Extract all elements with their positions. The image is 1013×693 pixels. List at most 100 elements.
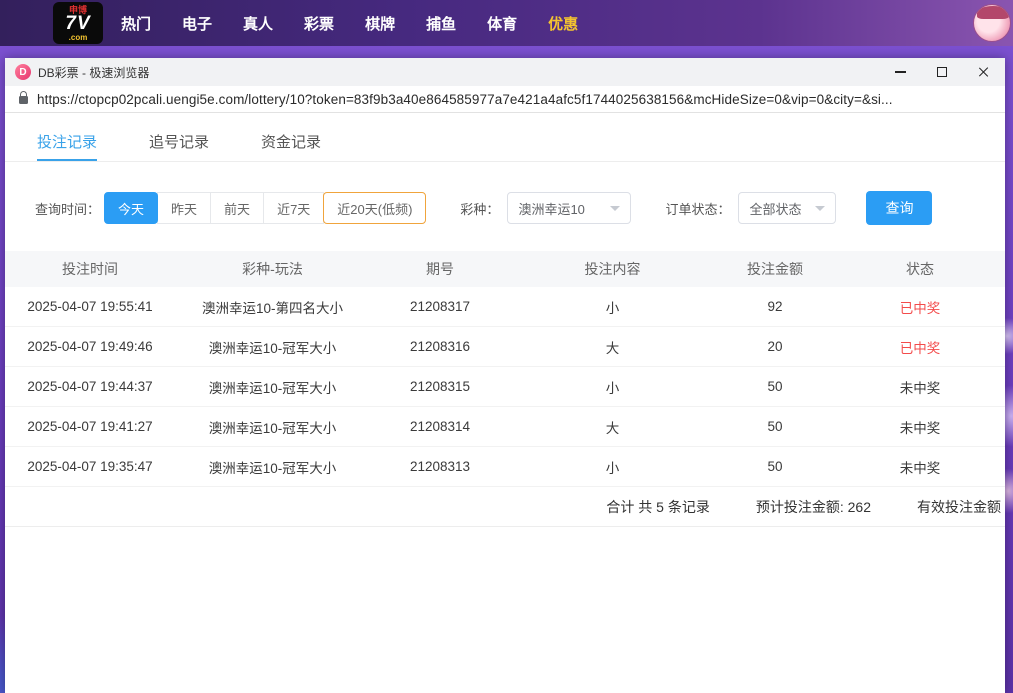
summary-valid-amount: 有效投注金额 <box>917 497 1001 517</box>
maximize-icon <box>937 67 947 77</box>
desktop-background: D DB彩票 - 极速浏览器 https://ctopcp02pcali.uen… <box>0 46 1013 693</box>
filter-bar: 查询时间： 今天昨天前天近7天近20天(低频) 彩种： 澳洲幸运10 订单状态：… <box>35 191 1005 225</box>
time-option-2[interactable]: 前天 <box>210 192 264 224</box>
column-header-5: 状态 <box>835 259 1005 279</box>
table-header-row: 投注时间彩种-玩法期号投注内容投注金额状态 <box>5 251 1005 287</box>
browser-urlbar[interactable]: https://ctopcp02pcali.uengi5e.com/lotter… <box>5 86 1005 113</box>
record-tabs: 投注记录 追号记录 资金记录 <box>5 113 1005 162</box>
cell-bet-content: 小 <box>510 297 715 317</box>
cell-issue-number: 21208314 <box>370 419 510 434</box>
window-title: DB彩票 - 极速浏览器 <box>38 64 149 81</box>
minimize-icon <box>895 71 906 73</box>
status-select-value: 全部状态 <box>749 199 801 218</box>
nav-item-1[interactable]: 电子 <box>182 13 212 34</box>
maximize-button[interactable] <box>921 58 963 86</box>
cell-bet-amount: 50 <box>715 379 835 394</box>
column-header-2: 期号 <box>370 259 510 279</box>
time-filter-group: 今天昨天前天近7天近20天(低频) <box>104 192 426 224</box>
table-row: 2025-04-07 19:41:27澳洲幸运10-冠军大小21208314大5… <box>5 407 1005 447</box>
nav-item-5[interactable]: 捕鱼 <box>426 13 456 34</box>
logo-text-main: 7V <box>53 15 103 33</box>
lottery-select-value: 澳洲幸运10 <box>518 199 584 218</box>
cell-status: 未中奖 <box>835 457 1005 477</box>
chevron-down-icon <box>815 206 825 211</box>
close-button[interactable] <box>963 58 1005 86</box>
user-avatar-icon[interactable] <box>973 4 1011 42</box>
column-header-1: 彩种-玩法 <box>175 259 370 279</box>
nav-item-2[interactable]: 真人 <box>243 13 273 34</box>
status-filter-label: 订单状态： <box>665 199 730 218</box>
table-row: 2025-04-07 19:35:47澳洲幸运10-冠军大小21208313小5… <box>5 447 1005 487</box>
cell-bet-amount: 92 <box>715 299 835 314</box>
search-button[interactable]: 查询 <box>866 191 932 225</box>
table-row: 2025-04-07 19:44:37澳洲幸运10-冠军大小21208315小5… <box>5 367 1005 407</box>
cell-game-play: 澳洲幸运10-冠军大小 <box>175 337 370 357</box>
lock-icon <box>19 96 28 104</box>
logo-text-sub: .com <box>53 33 103 42</box>
cell-status: 未中奖 <box>835 377 1005 397</box>
tab-2[interactable]: 资金记录 <box>261 131 321 161</box>
time-option-1[interactable]: 昨天 <box>157 192 211 224</box>
nav-item-7[interactable]: 优惠 <box>548 13 578 34</box>
site-logo[interactable]: 申博 7V .com <box>53 2 103 44</box>
browser-window: D DB彩票 - 极速浏览器 https://ctopcp02pcali.uen… <box>5 58 1005 693</box>
cell-game-play: 澳洲幸运10-冠军大小 <box>175 417 370 437</box>
cell-game-play: 澳洲幸运10-冠军大小 <box>175 457 370 477</box>
cell-bet-content: 小 <box>510 457 715 477</box>
cell-game-play: 澳洲幸运10-第四名大小 <box>175 297 370 317</box>
cell-issue-number: 21208313 <box>370 459 510 474</box>
time-option-3[interactable]: 近7天 <box>263 192 324 224</box>
nav-item-0[interactable]: 热门 <box>121 13 151 34</box>
cell-bet-content: 小 <box>510 377 715 397</box>
cell-issue-number: 21208317 <box>370 299 510 314</box>
column-header-4: 投注金额 <box>715 259 835 279</box>
site-topbar: 申博 7V .com 热门 电子 真人 彩票 棋牌 捕鱼 体育 优惠 <box>0 0 1013 46</box>
column-header-3: 投注内容 <box>510 259 715 279</box>
site-favicon-icon: D <box>15 64 31 80</box>
cell-bet-time: 2025-04-07 19:55:41 <box>5 299 175 314</box>
minimize-button[interactable] <box>879 58 921 86</box>
screen: 申博 7V .com 热门 电子 真人 彩票 棋牌 捕鱼 体育 优惠 D DB彩票 - 极速浏… <box>0 0 1013 693</box>
browser-titlebar: D DB彩票 - 极速浏览器 <box>5 58 1005 86</box>
cell-bet-content: 大 <box>510 337 715 357</box>
summary-bar: 合计 共 5 条记录 预计投注金额: 262 有效投注金额 <box>5 487 1005 527</box>
nav-item-4[interactable]: 棋牌 <box>365 13 395 34</box>
column-header-0: 投注时间 <box>5 259 175 279</box>
cell-game-play: 澳洲幸运10-冠军大小 <box>175 377 370 397</box>
lottery-select[interactable]: 澳洲幸运10 <box>507 192 631 224</box>
nav-item-6[interactable]: 体育 <box>487 13 517 34</box>
site-nav: 热门 电子 真人 彩票 棋牌 捕鱼 体育 优惠 <box>121 13 578 34</box>
cell-bet-time: 2025-04-07 19:35:47 <box>5 459 175 474</box>
cell-status: 已中奖 <box>835 337 1005 357</box>
tab-1[interactable]: 追号记录 <box>149 131 209 161</box>
time-filter-label: 查询时间： <box>35 199 100 218</box>
tab-0[interactable]: 投注记录 <box>37 131 97 161</box>
cell-bet-time: 2025-04-07 19:41:27 <box>5 419 175 434</box>
cell-bet-time: 2025-04-07 19:49:46 <box>5 339 175 354</box>
time-option-0[interactable]: 今天 <box>104 192 158 224</box>
summary-total: 合计 共 5 条记录 <box>606 497 709 517</box>
window-controls <box>879 58 1005 86</box>
summary-expected-amount: 预计投注金额: 262 <box>756 497 871 517</box>
cell-bet-amount: 50 <box>715 459 835 474</box>
records-table: 投注时间彩种-玩法期号投注内容投注金额状态 2025-04-07 19:55:4… <box>5 251 1005 487</box>
url-text[interactable]: https://ctopcp02pcali.uengi5e.com/lotter… <box>37 92 893 107</box>
cell-bet-amount: 50 <box>715 419 835 434</box>
time-option-4[interactable]: 近20天(低频) <box>323 192 426 224</box>
close-icon <box>978 66 990 78</box>
chevron-down-icon <box>610 206 620 211</box>
nav-item-3[interactable]: 彩票 <box>304 13 334 34</box>
cell-status: 未中奖 <box>835 417 1005 437</box>
table-body: 2025-04-07 19:55:41澳洲幸运10-第四名大小21208317小… <box>5 287 1005 487</box>
cell-issue-number: 21208316 <box>370 339 510 354</box>
status-select[interactable]: 全部状态 <box>738 192 836 224</box>
cell-bet-amount: 20 <box>715 339 835 354</box>
lottery-filter-label: 彩种： <box>460 199 499 218</box>
lottery-records-page: 投注记录 追号记录 资金记录 查询时间： 今天昨天前天近7天近20天(低频) 彩种：… <box>5 113 1005 693</box>
cell-status: 已中奖 <box>835 297 1005 317</box>
cell-bet-time: 2025-04-07 19:44:37 <box>5 379 175 394</box>
cell-issue-number: 21208315 <box>370 379 510 394</box>
table-row: 2025-04-07 19:55:41澳洲幸运10-第四名大小21208317小… <box>5 287 1005 327</box>
cell-bet-content: 大 <box>510 417 715 437</box>
table-row: 2025-04-07 19:49:46澳洲幸运10-冠军大小21208316大2… <box>5 327 1005 367</box>
